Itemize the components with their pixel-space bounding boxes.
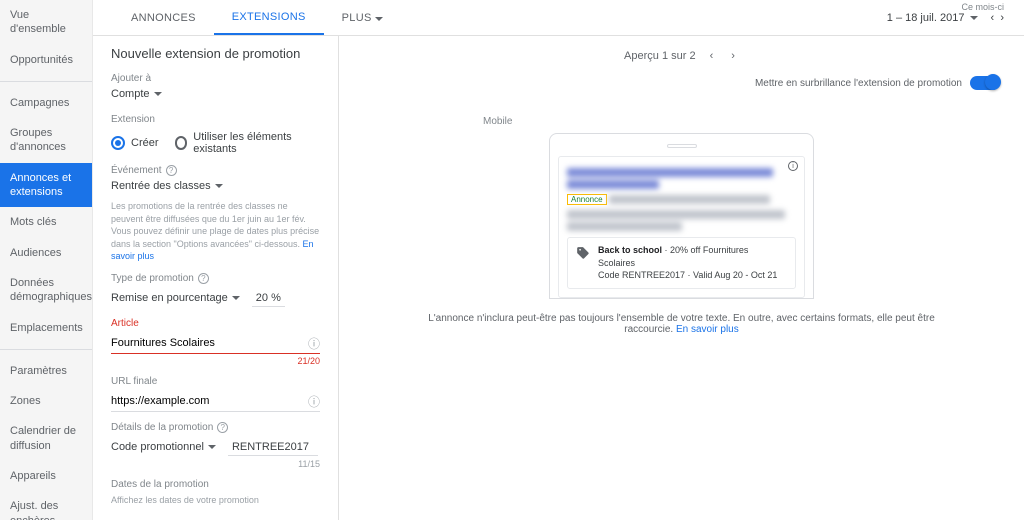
percent-input[interactable]: 20 % — [252, 290, 285, 307]
sidebar-item-demographics[interactable]: Données démographiques — [0, 268, 92, 313]
add-to-dropdown[interactable]: Compte — [111, 84, 320, 104]
info-icon[interactable]: ⓘ — [308, 335, 320, 352]
preview-disclaimer: L'annonce n'inclura peut-être pas toujou… — [422, 313, 942, 335]
sidebar-item-opportunities[interactable]: Opportunités — [0, 45, 92, 75]
info-icon[interactable]: ⓘ — [308, 393, 320, 410]
date-range-picker[interactable]: Ce mois-ci 1 – 18 juil. 2017 ‹ › — [887, 2, 1004, 24]
sidebar-item-settings[interactable]: Paramètres — [0, 356, 92, 386]
chevron-down-icon — [375, 17, 383, 21]
chevron-down-icon — [232, 296, 240, 300]
sidebar-item-devices[interactable]: Appareils — [0, 461, 92, 491]
help-icon[interactable]: ? — [198, 273, 209, 284]
promo-extension-preview: Back to school · 20% off Fournitures Sco… — [567, 237, 796, 289]
promo-type-dropdown[interactable]: Remise en pourcentage — [111, 288, 240, 308]
chevron-down-icon — [154, 92, 162, 96]
event-dropdown[interactable]: Rentrée des classes — [111, 176, 320, 196]
tag-icon — [576, 246, 590, 260]
final-url-input[interactable] — [111, 391, 320, 412]
phone-preview: i Annonce Back t — [549, 133, 814, 299]
tab-announcements[interactable]: ANNONCES — [113, 2, 214, 34]
chevron-down-icon — [970, 16, 978, 20]
highlight-toggle[interactable] — [970, 76, 1000, 90]
sidebar-item-schedule[interactable]: Calendrier de diffusion — [0, 416, 92, 461]
chevron-down-icon — [208, 445, 216, 449]
add-to-label: Ajouter à — [111, 73, 320, 84]
radio-use-existing[interactable]: Utiliser les éléments existants — [175, 131, 320, 155]
phone-notch-icon — [667, 144, 697, 148]
promo-dates-sub: Affichez les dates de votre promotion — [111, 494, 320, 507]
promo-dates-label: Dates de la promotion — [111, 479, 320, 490]
sidebar-item-ads-extensions[interactable]: Annonces et extensions — [0, 163, 92, 208]
radio-create[interactable]: Créer — [111, 136, 159, 150]
event-help: Les promotions de la rentrée des classes… — [111, 200, 320, 263]
sidebar-item-bid-adjust[interactable]: Ajust. des enchères avancés — [0, 491, 92, 520]
preview-panel: Aperçu 1 sur 2 ‹ › Mettre en surbrillanc… — [339, 36, 1024, 520]
tab-more[interactable]: PLUS — [324, 2, 401, 34]
form-panel: Nouvelle extension de promotion Ajouter … — [93, 36, 339, 520]
highlight-label: Mettre en surbrillance l'extension de pr… — [755, 78, 962, 89]
promo-details-label: Détails de la promotion? — [111, 422, 320, 433]
sidebar-item-placements[interactable]: Emplacements — [0, 313, 92, 343]
sidebar-item-zones[interactable]: Zones — [0, 386, 92, 416]
sidebar-item-overview[interactable]: Vue d'ensemble — [0, 0, 92, 45]
form-title: Nouvelle extension de promotion — [111, 46, 320, 61]
final-url-label: URL finale — [111, 376, 320, 387]
sidebar-item-keywords[interactable]: Mots clés — [0, 207, 92, 237]
help-icon[interactable]: ? — [166, 165, 177, 176]
preview-counter: Aperçu 1 sur 2 — [624, 50, 696, 62]
promo-code-counter: 11/15 — [111, 459, 320, 469]
preview-prev[interactable]: ‹ — [706, 46, 718, 66]
preview-next[interactable]: › — [727, 46, 739, 66]
article-input[interactable] — [111, 333, 320, 354]
device-label: Mobile — [483, 116, 1000, 127]
article-counter: 21/20 — [111, 356, 320, 366]
chevron-down-icon — [215, 184, 223, 188]
promo-details-dropdown[interactable]: Code promotionnel — [111, 437, 216, 457]
promo-code-input[interactable]: RENTREE2017 — [228, 439, 318, 456]
left-nav: Vue d'ensemble Opportunités Campagnes Gr… — [0, 0, 93, 520]
top-tabs: ANNONCES EXTENSIONS PLUS Ce mois-ci 1 – … — [93, 0, 1024, 36]
promo-type-label: Type de promotion? — [111, 273, 320, 284]
extension-label: Extension — [111, 114, 320, 125]
event-label: Événement? — [111, 165, 320, 176]
sidebar-item-campaigns[interactable]: Campagnes — [0, 88, 92, 118]
learn-more-link[interactable]: En savoir plus — [676, 324, 739, 335]
sidebar-item-adgroups[interactable]: Groupes d'annonces — [0, 118, 92, 163]
help-icon[interactable]: ? — [217, 422, 228, 433]
sidebar-item-audiences[interactable]: Audiences — [0, 238, 92, 268]
article-label: Article — [111, 318, 320, 329]
ad-badge: Annonce — [567, 194, 607, 205]
tab-extensions[interactable]: EXTENSIONS — [214, 1, 324, 35]
